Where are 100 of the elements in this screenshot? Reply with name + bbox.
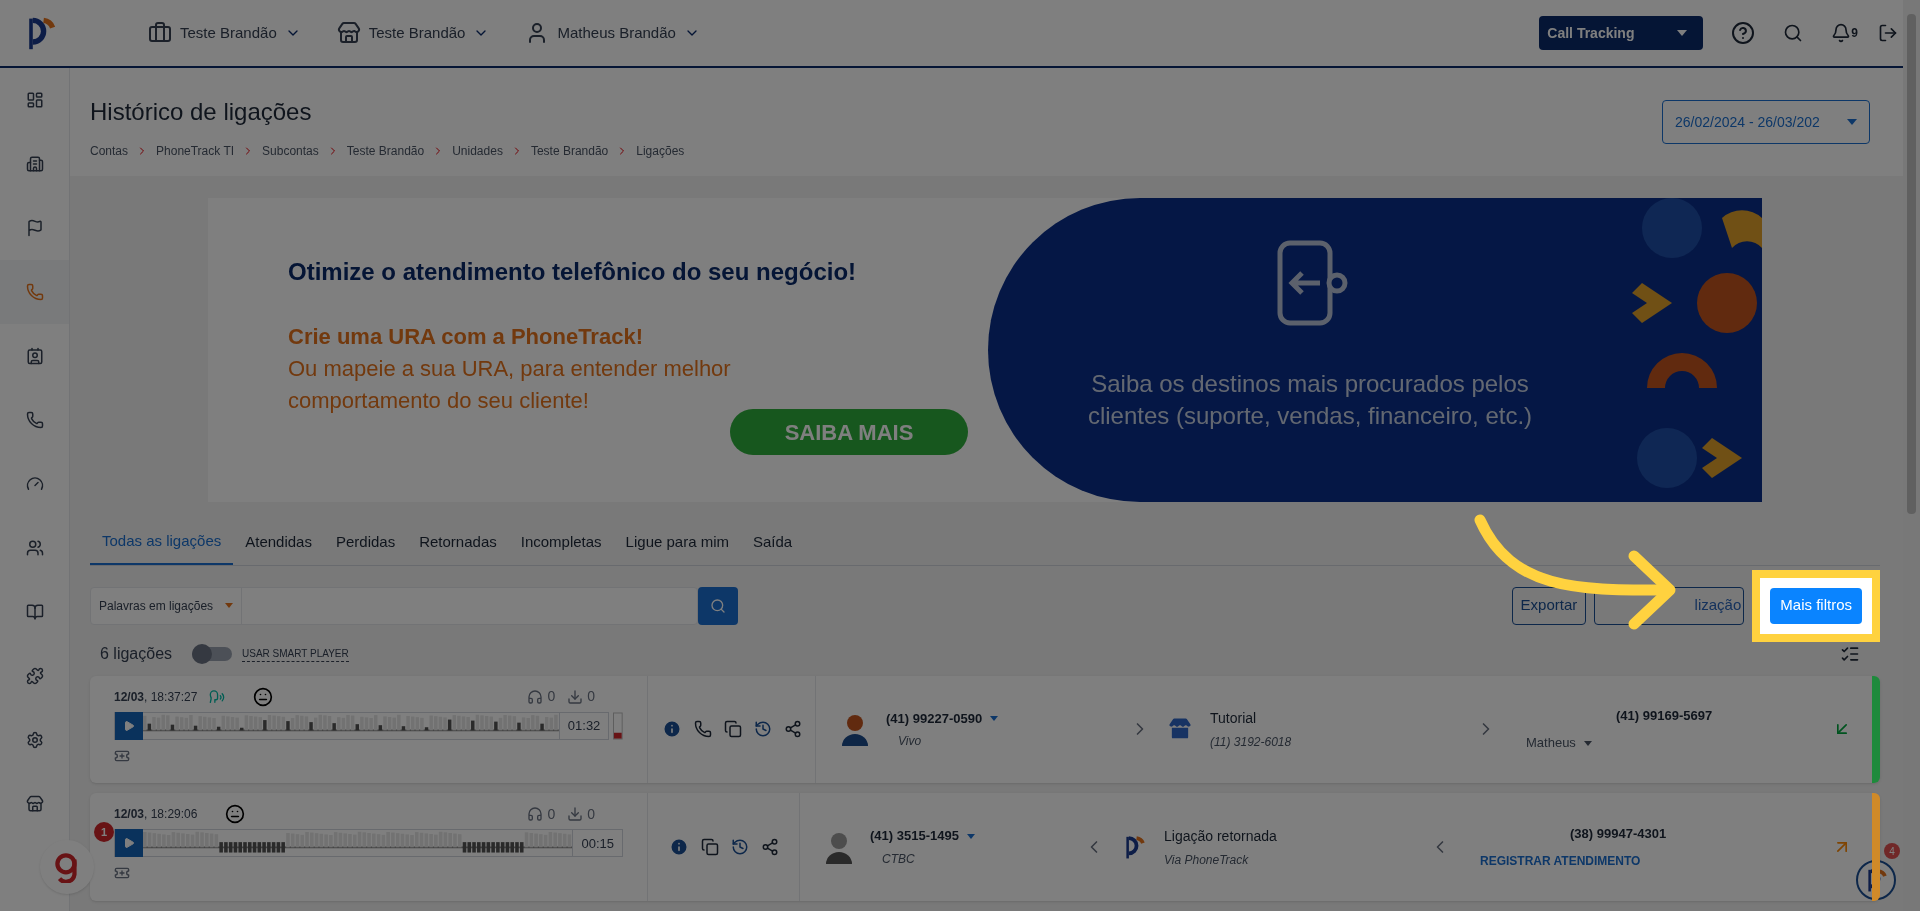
download-count: 0 xyxy=(587,804,595,824)
tab[interactable]: Atendidas xyxy=(233,524,324,565)
smart-player-label: USAR SMART PLAYER xyxy=(242,645,349,662)
receiver-number: (41) 99169-5697 xyxy=(1616,706,1713,725)
breadcrumb-link[interactable]: Teste Brandão xyxy=(530,142,609,160)
phone-icon xyxy=(25,283,44,301)
briefcase-icon xyxy=(148,21,172,45)
copy-icon[interactable] xyxy=(723,720,742,739)
building-icon xyxy=(25,155,44,173)
book-icon xyxy=(25,603,44,621)
tab[interactable]: Retornadas xyxy=(407,524,509,565)
settings-icon xyxy=(25,731,44,749)
breadcrumb-link[interactable]: Subcontas xyxy=(262,142,319,160)
play-icon xyxy=(123,837,135,850)
caret-icon[interactable] xyxy=(990,715,999,721)
caller-carrier: Vivo xyxy=(898,733,923,751)
tab[interactable]: Ligue para mim xyxy=(613,524,741,565)
tab[interactable]: Perdidas xyxy=(323,524,408,565)
headphones-icon xyxy=(527,688,544,705)
breadcrumb-link[interactable]: Teste Brandão xyxy=(346,142,425,160)
history-icon[interactable] xyxy=(730,838,749,857)
agent-name[interactable]: Matheus xyxy=(1526,733,1576,753)
date-range-picker[interactable]: 26/02/2024 - 26/03/202 xyxy=(1662,100,1870,144)
download-count: 0 xyxy=(587,687,595,706)
banner-subheadline: Crie uma URA com a PhoneTrack! xyxy=(288,323,644,351)
caret-icon xyxy=(1847,119,1857,125)
scrollbar-thumb[interactable] xyxy=(1907,14,1916,514)
caret-icon[interactable] xyxy=(966,833,975,839)
call-duration: 01:32 xyxy=(558,712,609,739)
more-filters-button[interactable]: Mais filtros xyxy=(1770,587,1862,624)
dashboard-icon xyxy=(25,91,44,109)
source-name: Tutorial xyxy=(1210,708,1258,728)
search-icon[interactable] xyxy=(1783,23,1804,43)
bell-icon[interactable] xyxy=(1831,23,1852,43)
banner-headline: Otimize o atendimento telefônico do seu negócio! xyxy=(288,257,858,287)
learn-more-button[interactable]: SAIBA MAIS xyxy=(730,409,968,455)
caller-number: (41) 3515-1495 xyxy=(870,827,959,846)
listen-count: 0 xyxy=(547,804,556,824)
receiver-number: (38) 99947-4301 xyxy=(1570,825,1667,844)
play-icon xyxy=(123,719,135,732)
smart-player-toggle[interactable] xyxy=(192,646,233,661)
info-icon[interactable] xyxy=(668,837,689,858)
puzzle-icon xyxy=(25,667,44,685)
export-button[interactable]: Exportar xyxy=(1511,586,1587,625)
account-menu[interactable]: Teste Brandão xyxy=(336,21,490,45)
source-detail: Via PhoneTrack xyxy=(1164,851,1250,869)
neutral-face-icon xyxy=(225,804,246,825)
breadcrumb-link[interactable]: Ligações xyxy=(636,142,685,160)
source-name: Ligação retornada xyxy=(1164,826,1277,846)
history-icon[interactable] xyxy=(753,720,772,739)
call-datetime: 12/03, 18:37:27 xyxy=(114,688,198,706)
flag-icon xyxy=(25,219,44,237)
copy-icon[interactable] xyxy=(700,838,719,857)
account-menu[interactable]: Teste Brandão xyxy=(148,21,301,45)
gauge-icon xyxy=(25,475,44,493)
play-button[interactable] xyxy=(115,711,143,740)
phone-icon[interactable] xyxy=(693,720,712,739)
caret-icon[interactable] xyxy=(1583,740,1592,746)
breadcrumb-link[interactable]: Contas xyxy=(90,142,129,160)
logout-icon[interactable] xyxy=(1878,23,1898,43)
call-duration: 00:15 xyxy=(572,830,622,857)
users-icon xyxy=(25,539,44,557)
play-button[interactable] xyxy=(115,829,143,858)
search-field[interactable]: Palavras em ligações xyxy=(90,586,698,625)
register-link[interactable]: REGISTRAR ATENDIMENTO xyxy=(1480,851,1641,870)
notification-count: 9 xyxy=(1851,25,1858,42)
share-icon[interactable] xyxy=(783,720,802,739)
account-menu[interactable]: Matheus Brandão xyxy=(525,21,700,45)
volume-meter-icon xyxy=(613,711,623,740)
tab[interactable]: Incompletas xyxy=(508,524,614,565)
share-icon[interactable] xyxy=(760,838,779,857)
banner-text: Ou mapeie a sua URA, para entender melhor comportamento do seu cliente! xyxy=(288,355,732,415)
phone-icon xyxy=(25,411,44,429)
headphones-icon xyxy=(527,806,544,823)
download-icon xyxy=(567,806,584,823)
call-count: 6 ligações xyxy=(100,643,173,664)
search-scope-select[interactable]: Palavras em ligações xyxy=(91,587,243,624)
help-badge: 4 xyxy=(1884,843,1900,859)
help-icon[interactable] xyxy=(1731,21,1756,45)
product-select[interactable]: Call Tracking xyxy=(1539,16,1704,50)
neutral-face-icon xyxy=(253,686,274,707)
customize-button[interactable]: lização xyxy=(1594,586,1745,625)
info-icon[interactable] xyxy=(661,719,682,740)
store-icon xyxy=(336,21,361,45)
download-icon xyxy=(567,688,584,705)
call-datetime: 12/03, 18:29:06 xyxy=(114,806,198,824)
caller-number: (41) 99227-0590 xyxy=(886,709,983,728)
store-icon xyxy=(25,795,44,813)
search-button[interactable] xyxy=(698,586,738,625)
caret-icon xyxy=(225,603,234,608)
page-title: Histórico de ligações xyxy=(90,97,313,127)
caret-icon xyxy=(1677,30,1688,36)
search-icon xyxy=(710,597,726,614)
tab[interactable]: Saída xyxy=(741,524,805,565)
contact-card-icon xyxy=(25,347,44,365)
tab[interactable]: Todas as ligações xyxy=(90,524,234,565)
breadcrumb-link[interactable]: PhoneTrack TI xyxy=(156,142,235,160)
listen-count: 0 xyxy=(547,687,556,706)
breadcrumb-link[interactable]: Unidades xyxy=(452,142,503,160)
caller-carrier: CTBC xyxy=(882,850,916,868)
